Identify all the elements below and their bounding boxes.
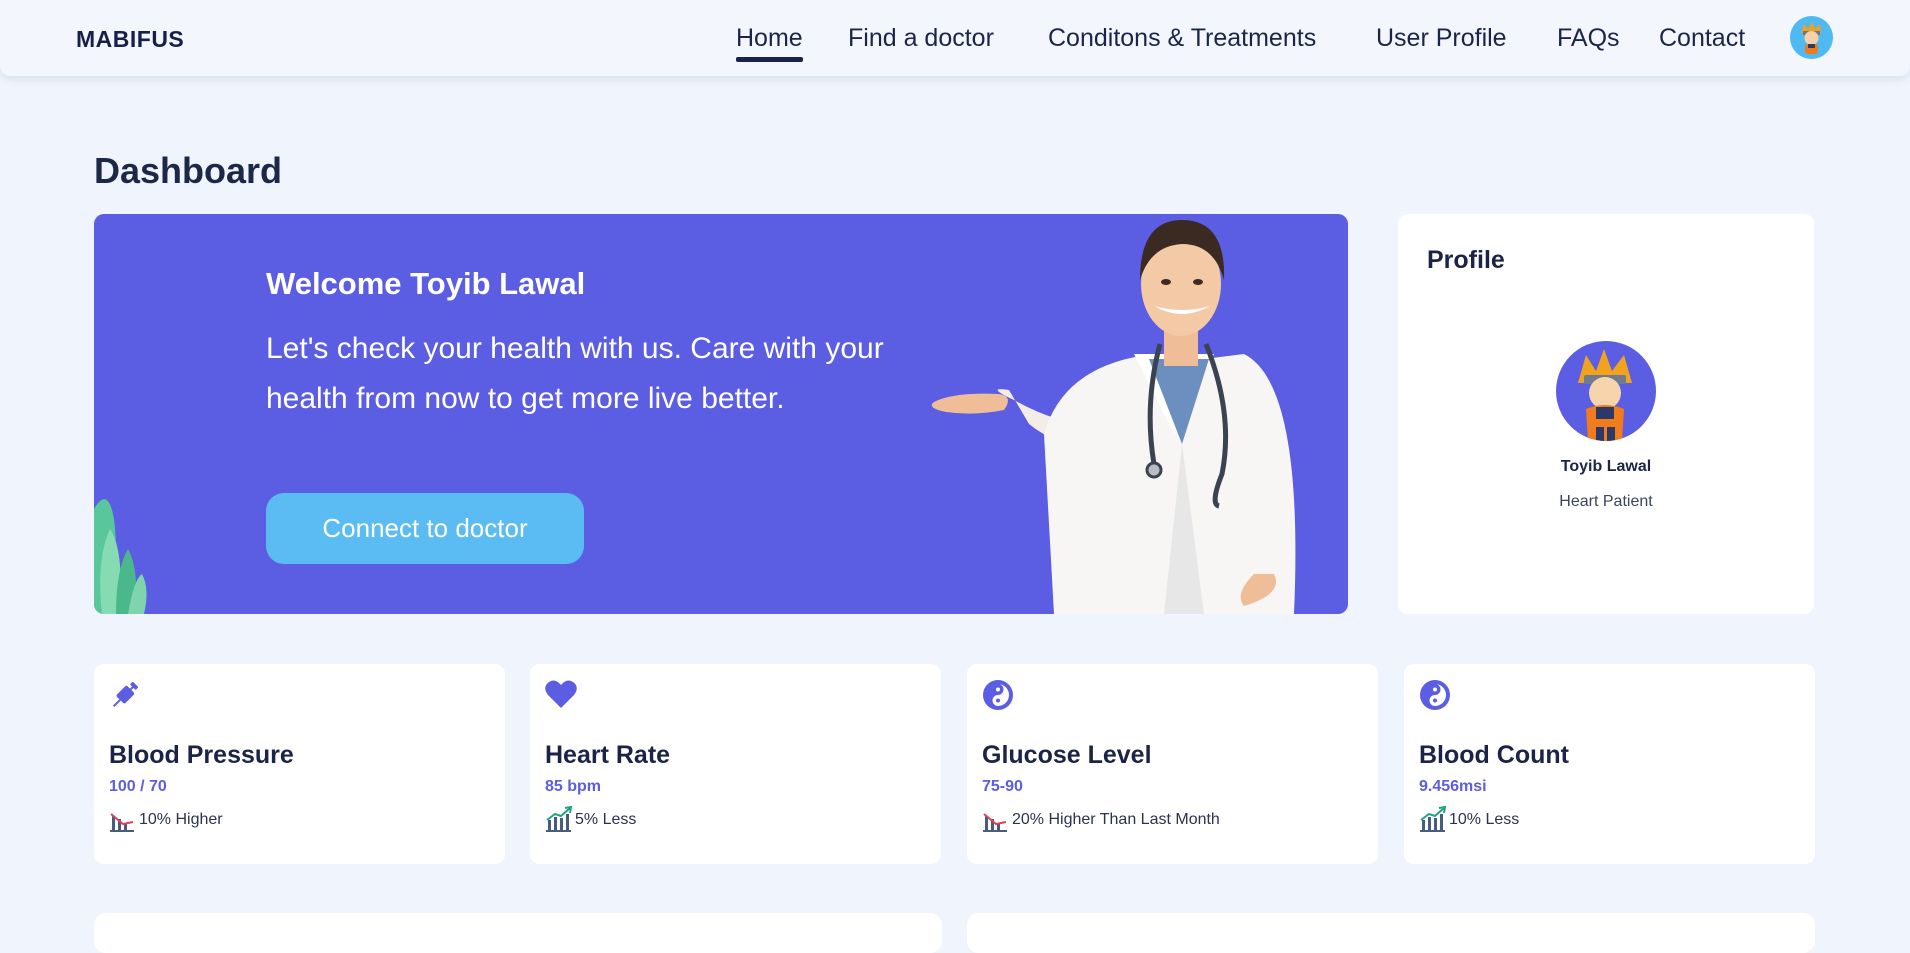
stat-card-glucose-level[interactable]: Glucose Level 75-90 20% Higher Than Last… (967, 664, 1378, 864)
bottom-card-left (94, 913, 942, 953)
page-title: Dashboard (94, 150, 283, 191)
stat-card-blood-count[interactable]: Blood Count 9.456msi 10% Less (1404, 664, 1815, 864)
bottom-card-right (967, 913, 1815, 953)
trend-up-icon (1420, 806, 1447, 832)
stat-trend: 10% Higher (109, 806, 223, 834)
stat-trend-text: 10% Higher (139, 811, 223, 828)
stat-card-heart-rate[interactable]: Heart Rate 85 bpm 5% Less (530, 664, 941, 864)
stat-trend-text: 10% Less (1449, 811, 1520, 828)
stat-title: Blood Pressure (109, 741, 294, 769)
nav-home[interactable]: Home (736, 18, 803, 62)
avatar-character-icon (1801, 22, 1821, 54)
stat-trend-text: 5% Less (575, 811, 637, 828)
trend-down-icon (983, 813, 1007, 832)
nav-conditions-treatments[interactable]: Conditons & Treatments (1048, 18, 1316, 58)
trend-up-icon (546, 806, 573, 832)
profile-name: Toyib Lawal (1560, 458, 1652, 475)
profile-role: Heart Patient (1559, 493, 1653, 510)
stat-value: 75-90 (982, 778, 1023, 795)
yin-yang-icon (983, 680, 1013, 710)
nav-contact[interactable]: Contact (1659, 18, 1745, 58)
syringe-icon (112, 681, 139, 708)
stat-title: Glucose Level (982, 741, 1152, 769)
brand-logo[interactable]: MABIFUS (76, 26, 184, 53)
nav-find-doctor[interactable]: Find a doctor (848, 18, 994, 58)
welcome-title: Welcome Toyib Lawal (266, 266, 586, 301)
yin-yang-icon (1420, 680, 1450, 710)
stat-card-blood-pressure[interactable]: Blood Pressure 100 / 70 10% Higher (94, 664, 505, 864)
stat-value: 9.456msi (1419, 778, 1487, 795)
nav-user-profile[interactable]: User Profile (1376, 18, 1507, 58)
heart-icon (545, 680, 577, 708)
stat-trend: 5% Less (545, 806, 636, 834)
top-navbar: MABIFUS Home Find a doctor Conditons & T… (0, 0, 1910, 76)
profile-heading: Profile (1427, 246, 1505, 274)
stat-value: 85 bpm (545, 778, 602, 795)
user-avatar[interactable] (1790, 16, 1833, 59)
nav-faqs[interactable]: FAQs (1557, 18, 1620, 58)
connect-to-doctor-button[interactable]: Connect to doctor (266, 493, 584, 564)
stat-trend-text: 20% Higher Than Last Month (1012, 811, 1220, 828)
plant-illustration (94, 499, 147, 614)
stat-trend: 20% Higher Than Last Month (982, 806, 1220, 834)
stat-title: Heart Rate (545, 741, 671, 769)
welcome-banner: Welcome Toyib Lawal Let's check your hea… (94, 214, 1348, 614)
profile-avatar[interactable] (1556, 341, 1656, 441)
stat-value: 100 / 70 (109, 778, 167, 795)
welcome-message: Let's check your health with us. Care wi… (266, 332, 884, 415)
avatar-character-icon (1578, 349, 1632, 441)
profile-card: Profile Toyib Lawal Heart Patient (1398, 214, 1814, 614)
stat-title: Blood Count (1419, 741, 1569, 769)
doctor-illustration (931, 220, 1296, 614)
trend-down-icon (110, 813, 134, 832)
stat-trend: 10% Less (1419, 806, 1519, 834)
